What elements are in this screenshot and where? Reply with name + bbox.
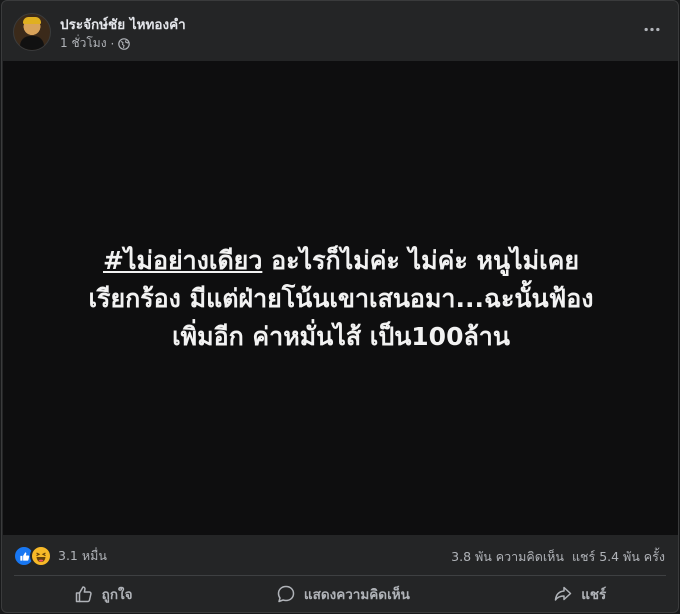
post-stats: 3.1 หมื่น 3.8 พัน ความคิดเห็น แชร์ 5.4 พ… xyxy=(2,541,678,567)
comment-count[interactable]: 3.8 พัน ความคิดเห็น xyxy=(451,547,564,567)
reactions-summary[interactable]: 3.1 หมื่น xyxy=(13,545,107,567)
globe-icon[interactable] xyxy=(118,37,131,50)
post-card: ประจักษ์ชัย ไหทองคำ 1 ชั่วโมง · #ไม่อย่า… xyxy=(1,0,679,613)
thumbs-up-icon xyxy=(75,586,92,603)
post-text-line-1: #ไม่อย่างเดียว อะไรก็ไม่ค่ะ ไม่ค่ะ หนูไม… xyxy=(3,242,678,280)
engagement-counts: 3.8 พัน ความคิดเห็น แชร์ 5.4 พัน ครั้ง xyxy=(451,547,665,567)
post-meta: 1 ชั่วโมง · xyxy=(60,34,131,53)
post-text: #ไม่อย่างเดียว อะไรก็ไม่ค่ะ ไม่ค่ะ หนูไม… xyxy=(3,242,678,356)
comment-label: แสดงความคิดเห็น xyxy=(303,587,410,603)
share-count[interactable]: แชร์ 5.4 พัน ครั้ง xyxy=(572,547,665,567)
post-actions: ถูกใจ แสดงความคิดเห็น แชร์ xyxy=(2,576,678,612)
like-label: ถูกใจ xyxy=(101,587,133,603)
more-options-icon[interactable] xyxy=(640,19,664,39)
hashtag-link[interactable]: #ไม่อย่างเดียว xyxy=(103,246,262,275)
haha-icon xyxy=(30,545,52,567)
post-text-line-1-rest: อะไรก็ไม่ค่ะ ไม่ค่ะ หนูไม่เคย xyxy=(262,246,579,275)
comment-button[interactable]: แสดงความคิดเห็น xyxy=(258,579,428,609)
avatar-hat xyxy=(23,17,41,24)
author-avatar[interactable] xyxy=(13,13,51,51)
post-time[interactable]: 1 ชั่วโมง xyxy=(60,34,107,53)
share-icon xyxy=(554,586,572,601)
share-label: แชร์ xyxy=(581,587,607,603)
comment-icon xyxy=(277,585,295,603)
like-button[interactable]: ถูกใจ xyxy=(56,579,151,609)
post-text-line-2: เรียกร้อง มีแต่ฝ่ายโน้นเขาเสนอมา...ฉะนั้… xyxy=(88,284,594,313)
reaction-count[interactable]: 3.1 หมื่น xyxy=(58,546,107,566)
post-image[interactable]: #ไม่อย่างเดียว อะไรก็ไม่ค่ะ ไม่ค่ะ หนูไม… xyxy=(3,61,678,535)
post-header: ประจักษ์ชัย ไหทองคำ 1 ชั่วโมง · xyxy=(2,1,678,61)
author-name[interactable]: ประจักษ์ชัย ไหทองคำ xyxy=(60,13,186,35)
meta-separator: · xyxy=(110,36,115,51)
share-button[interactable]: แชร์ xyxy=(535,579,624,609)
post-text-line-3: เพิ่มอีก ค่าหมั่นไส้ เป็น100ล้าน xyxy=(172,322,510,351)
avatar-shirt xyxy=(20,36,44,50)
